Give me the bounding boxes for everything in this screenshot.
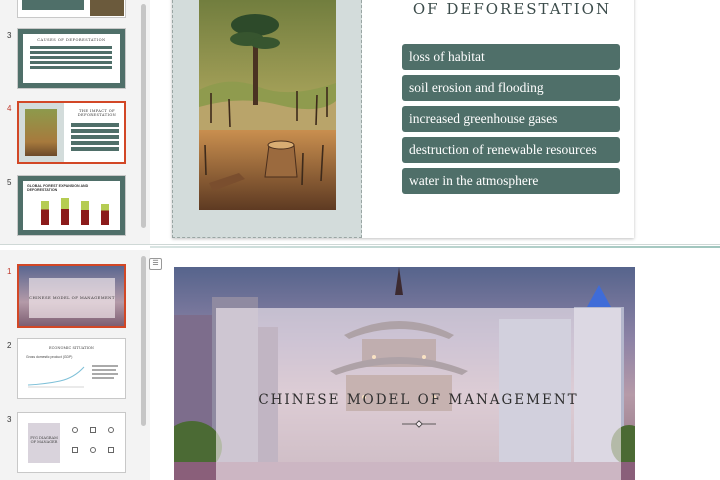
slide-thumbnail-3[interactable]: PYG DIAGRAM OF MANAGER [17,412,126,473]
slide-number: 3 [7,415,12,424]
slide-thumbnail-2[interactable]: ECONOMIC SITUATION Gross domestic produc… [17,338,126,399]
thumb-row [30,56,112,59]
bullet-item[interactable]: soil erosion and flooding [402,75,620,101]
thumb-row [30,51,112,54]
panel-toggle-icon[interactable]: ☰ [149,258,162,270]
thumb-title: ECONOMIC SITUATION [49,346,94,350]
title-text-box[interactable]: CHINESE MODEL OF MANAGEMENT [216,308,621,480]
slide-title[interactable]: CHINESE MODEL OF MANAGEMENT [216,392,621,408]
diamond-divider-icon [402,420,436,428]
thumb-icon [108,427,114,433]
thumb-line-chart [27,366,85,388]
thumb-title: CHINESE MODEL OF MANAGEMENT [29,295,115,300]
bullet-item[interactable]: increased greenhouse gases [402,106,620,132]
slide-thumbnail-1[interactable]: CHINESE MODEL OF MANAGEMENT [17,264,126,328]
thumbnail-scrollbar[interactable] [141,4,146,228]
thumb-row [71,129,119,133]
thumb-inner: GLOBAL FOREST EXPANSION AND DEFORESTATIO… [23,181,120,230]
image-placeholder-panel[interactable] [172,0,362,238]
top-editor-pane: 3 CAUSES OF DEFORESTATION 4 THE IMPACT O… [0,0,720,244]
bullet-item[interactable]: destruction of renewable resources [402,137,620,163]
thumb-image [90,0,124,16]
thumb-icon [72,447,78,453]
thumb-icon [90,427,96,433]
thumb-icon [90,447,96,453]
thumb-bar [81,201,89,225]
thumb-text-line [92,369,116,371]
bottom-editor-pane: 1 CHINESE MODEL OF MANAGEMENT 2 ECONOMIC… [0,250,720,480]
slide-thumbnail-5[interactable]: GLOBAL FOREST EXPANSION AND DEFORESTATIO… [17,175,126,236]
thumb-row [71,135,119,139]
thumb-title-box: PYG DIAGRAM OF MANAGER [28,423,60,463]
thumb-teal-block [22,0,84,10]
slide-chinese-model-of-management[interactable]: CHINESE MODEL OF MANAGEMENT [174,267,635,480]
thumb-row [30,46,112,49]
thumb-subtitle: Gross domestic product (GDP) [26,355,73,359]
thumb-icon [72,427,78,433]
thumb-bar [101,204,109,225]
thumb-title: THE IMPACT OF DEFORESTATION [77,109,117,117]
thumb-text-line [92,377,114,379]
slide-number: 3 [7,31,12,40]
thumb-title: CAUSES OF DEFORESTATION [37,38,106,42]
thumb-inner: CAUSES OF DEFORESTATION [23,34,120,83]
slide-impact-of-deforestation[interactable]: OF DEFORESTATION loss of habitat soil er… [172,0,634,238]
bullet-item[interactable]: water in the atmosphere [402,168,620,194]
thumb-text-line [92,373,118,375]
slide-thumbnail-panel: 1 CHINESE MODEL OF MANAGEMENT 2 ECONOMIC… [0,250,150,480]
thumb-left-panel [19,103,64,162]
slide-thumbnail-4[interactable]: THE IMPACT OF DEFORESTATION [17,101,126,164]
slide-thumbnail-panel: 3 CAUSES OF DEFORESTATION 4 THE IMPACT O… [0,0,150,244]
slide-number: 2 [7,341,12,350]
thumb-bar [61,198,69,225]
thumbnail-scrollbar[interactable] [141,256,146,426]
thumb-bar [41,201,49,225]
slide-number: 4 [7,104,12,113]
slide-title[interactable]: OF DEFORESTATION [402,0,622,18]
thumb-illustration [25,109,57,156]
deforestation-illustration [199,0,336,210]
thumb-title-box: CHINESE MODEL OF MANAGEMENT [29,278,115,318]
slide-number: 5 [7,178,12,187]
thumb-row [71,123,119,127]
slide-number: 1 [7,267,12,276]
thumb-text-line [92,365,118,367]
bullet-item[interactable]: loss of habitat [402,44,620,70]
slide-thumbnail-2[interactable] [17,0,126,18]
thumb-row [71,147,119,151]
thumb-row [30,61,112,64]
thumb-row [71,141,119,145]
thumb-title: PYG DIAGRAM OF MANAGER [30,436,58,444]
slide-thumbnail-3[interactable]: CAUSES OF DEFORESTATION [17,28,126,89]
thumb-icon [108,447,114,453]
thumb-row [30,66,112,69]
thumb-title: GLOBAL FOREST EXPANSION AND DEFORESTATIO… [27,184,89,192]
